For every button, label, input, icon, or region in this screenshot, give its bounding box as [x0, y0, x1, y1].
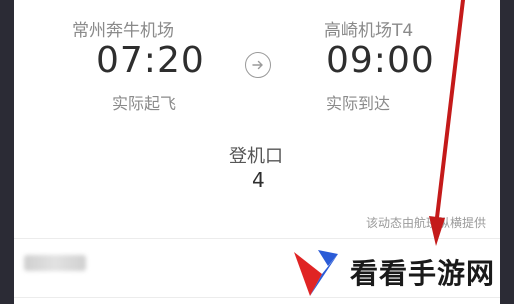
departure-status: 实际起飞: [112, 94, 177, 113]
arrow-right-circle-icon: [245, 52, 271, 78]
arrival-status: 实际到达: [326, 94, 391, 113]
watermark: 看看手游网: [288, 240, 514, 304]
arrival-time: 09:00: [326, 40, 435, 81]
arrival-airport: 高崎机场T4: [324, 21, 414, 41]
gate-value: 4: [252, 168, 265, 192]
divider: [14, 238, 500, 239]
watermark-text: 看看手游网: [350, 257, 496, 290]
provider-note[interactable]: 该动态由航班纵横提供: [366, 214, 486, 231]
gate-label: 登机口: [229, 146, 283, 167]
blurred-text: [24, 255, 86, 271]
departure-airport: 常州奔牛机场: [72, 21, 174, 41]
departure-time: 07:20: [96, 40, 205, 81]
watermark-logo-icon: [294, 250, 338, 296]
